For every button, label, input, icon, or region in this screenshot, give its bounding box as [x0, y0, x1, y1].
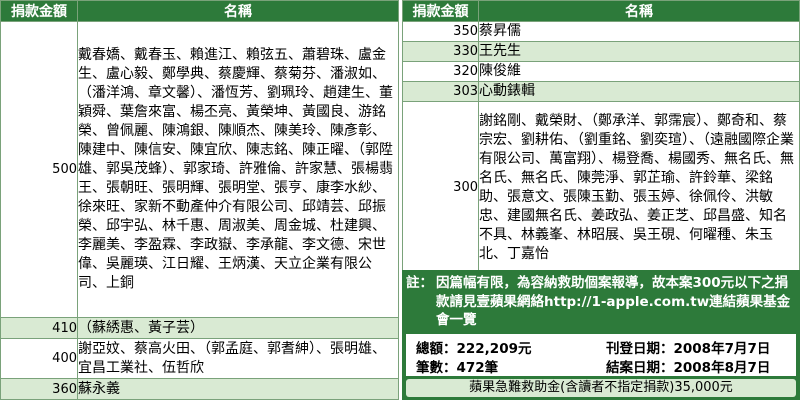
note: 註： 因篇幅有限，為容納救助個案報導，故本案300元以下之捐款請見壹蘋果網絡ht… — [406, 274, 796, 330]
table-row: 330 王先生 — [402, 41, 800, 62]
amount-cell: 400 — [0, 338, 78, 379]
names-cell: （蘇綉惠、黃子芸） — [77, 317, 399, 339]
note-label: 註： — [406, 275, 433, 291]
donation-table-left: 捐款金額 名稱 500 戴春嬌、戴春玉、賴進江、賴弦五、蕭碧珠、盧金生、盧心毅、… — [0, 0, 399, 400]
names-cell: 蔡昇儒 — [478, 21, 800, 42]
table-row: 320 陳俊維 — [402, 61, 800, 82]
names-cell: 謝銘剛、戴榮財、（鄭承洋、郭霈宸）、鄭奇和、蔡宗宏、劉耕佑、（劉重銘、劉奕瑄）、… — [478, 101, 800, 274]
amount-cell: 360 — [0, 378, 78, 400]
table-row: 500 戴春嬌、戴春玉、賴進江、賴弦五、蕭碧珠、盧金生、盧心毅、鄭學典、蔡慶輝、… — [0, 21, 399, 318]
amount-cell: 410 — [0, 317, 78, 339]
names-cell: 謝亞妏、蔡高火田、（郭孟庭、郭耆紳）、張明雄、宜昌工業社、伍哲欣 — [77, 338, 399, 379]
names-cell: 戴春嬌、戴春玉、賴進江、賴弦五、蕭碧珠、盧金生、盧心毅、鄭學典、蔡慶輝、蔡菊芬、… — [77, 21, 399, 318]
table-row: 400 謝亞妏、蔡高火田、（郭孟庭、郭耆紳）、張明雄、宜昌工業社、伍哲欣 — [0, 338, 399, 379]
header-amount: 捐款金額 — [0, 0, 78, 22]
names-cell: 王先生 — [478, 41, 800, 62]
header-amount: 捐款金額 — [402, 0, 479, 22]
amount-cell: 300 — [402, 101, 479, 274]
table-row: 360 蘇永義 — [0, 378, 399, 400]
publish-date: 刊登日期：2008年7月7日 — [606, 341, 771, 357]
emergency-fund: 蘋果急難救助金(含讀者不指定捐款)35,000元 — [406, 379, 796, 397]
header-name: 名稱 — [478, 0, 800, 22]
names-cell: 心動錶輯 — [478, 81, 800, 102]
header-name: 名稱 — [77, 0, 399, 22]
amount-cell: 320 — [402, 61, 479, 82]
note-panel: 註： 因篇幅有限，為容納救助個案報導，故本案300元以下之捐款請見壹蘋果網絡ht… — [402, 270, 800, 400]
stats-panel: 總額：222,209元 筆數：472筆 刊登日期：2008年7月7日 結案日期：… — [406, 334, 796, 376]
amount-cell: 330 — [402, 41, 479, 62]
table-row: 350 蔡昇儒 — [402, 21, 800, 42]
donation-table-right: 捐款金額 名稱 350 蔡昇儒 330 王先生 320 陳俊維 303 心動錶輯… — [402, 0, 800, 274]
note-text: 因篇幅有限，為容納救助個案報導，故本案300元以下之捐款請見壹蘋果網絡http:… — [436, 275, 791, 328]
table-row: 410 （蘇綉惠、黃子芸） — [0, 317, 399, 339]
table-row: 300 謝銘剛、戴榮財、（鄭承洋、郭霈宸）、鄭奇和、蔡宗宏、劉耕佑、（劉重銘、劉… — [402, 101, 800, 274]
amount-cell: 303 — [402, 81, 479, 102]
amount-cell: 350 — [402, 21, 479, 42]
names-cell: 蘇永義 — [77, 378, 399, 400]
total-amount: 總額：222,209元 — [416, 341, 532, 357]
amount-cell: 500 — [0, 21, 78, 318]
donation-count: 筆數：472筆 — [416, 360, 499, 376]
names-cell: 陳俊維 — [478, 61, 800, 82]
close-date: 結案日期：2008年8月7日 — [606, 360, 771, 376]
donation-list: 捐款金額 名稱 500 戴春嬌、戴春玉、賴進江、賴弦五、蕭碧珠、盧金生、盧心毅、… — [0, 0, 800, 400]
table-row: 303 心動錶輯 — [402, 81, 800, 102]
